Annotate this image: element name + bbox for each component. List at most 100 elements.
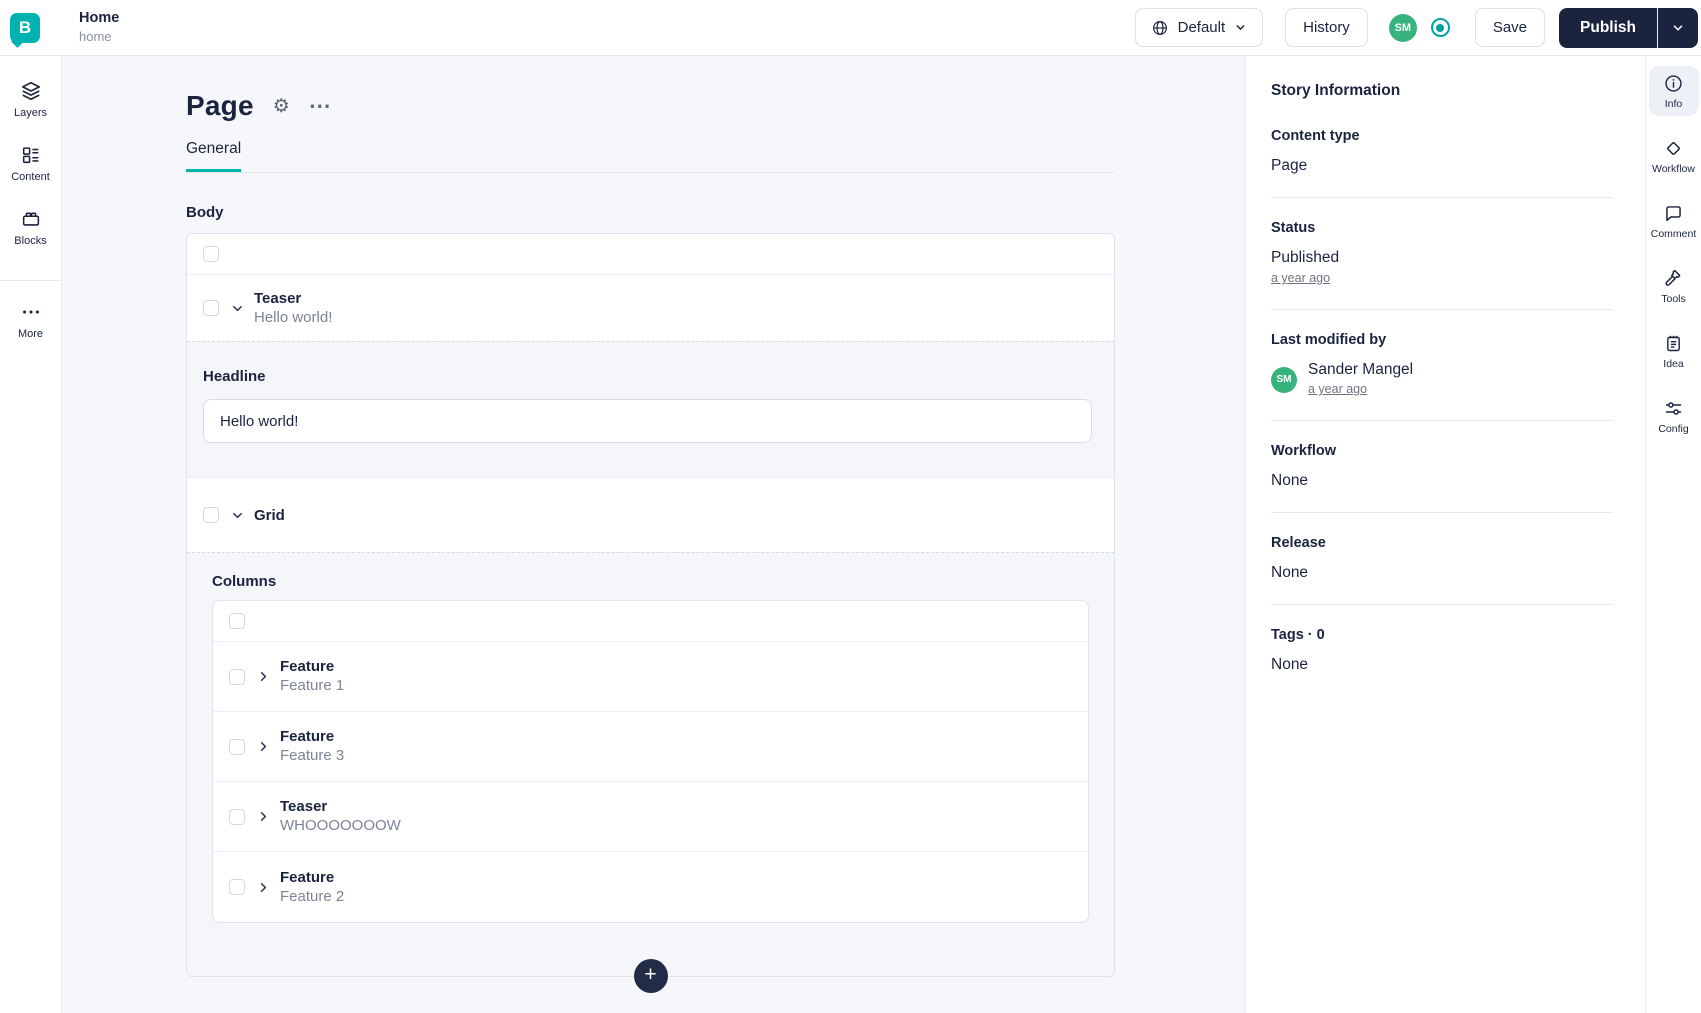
chevron-down-icon xyxy=(1236,25,1245,30)
block-checkbox[interactable] xyxy=(203,300,219,316)
chevron-right-icon xyxy=(260,882,267,892)
block-row-feature-1[interactable]: Feature Feature 1 xyxy=(213,642,1088,712)
content-type-section: Content type Page xyxy=(1271,128,1613,198)
last-modified-section: Last modified by SM Sander Mangel a year… xyxy=(1271,332,1613,421)
publish-button[interactable]: Publish xyxy=(1559,7,1657,48)
editor-tabs: General xyxy=(186,140,1115,173)
more-dots-icon xyxy=(22,310,39,314)
history-button[interactable]: History xyxy=(1285,8,1368,47)
chevron-down-icon xyxy=(233,305,242,311)
top-bar: B Home home Default History SM Save Publ… xyxy=(0,0,1701,56)
status-section: Status Published a year ago xyxy=(1271,220,1613,310)
block-checkbox[interactable] xyxy=(229,808,245,825)
chevron-right-icon xyxy=(260,812,267,821)
info-icon xyxy=(1665,75,1682,92)
block-subtitle: Feature 1 xyxy=(280,677,345,694)
editor-main: Page ⚙ ⋯ General Body Teaser Hello world… xyxy=(62,56,1245,1013)
config-sliders-icon xyxy=(1665,402,1682,415)
headline-field-label: Headline xyxy=(203,368,266,385)
block-row-feature-2[interactable]: Feature Feature 2 xyxy=(213,852,1088,922)
language-selector[interactable]: Default xyxy=(1134,8,1264,47)
rail-item-workflow[interactable]: Workflow xyxy=(1649,131,1699,181)
modified-time-link[interactable]: a year ago xyxy=(1308,382,1367,396)
sidebar-item-content[interactable]: Content xyxy=(11,144,50,183)
publish-menu-button[interactable] xyxy=(1657,7,1698,48)
select-all-checkbox[interactable] xyxy=(229,613,245,629)
sidebar-item-more[interactable]: More xyxy=(18,301,43,340)
layers-icon xyxy=(21,81,40,101)
tools-hammer-icon xyxy=(1665,269,1681,286)
headline-input[interactable] xyxy=(203,399,1092,443)
globe-icon xyxy=(1152,20,1167,35)
select-all-row xyxy=(213,601,1088,642)
status-time-link[interactable]: a year ago xyxy=(1271,271,1330,285)
last-modified-label: Last modified by xyxy=(1271,332,1387,348)
block-subtitle: Feature 2 xyxy=(280,887,345,905)
left-sidebar: Layers Content Blocks More xyxy=(0,56,62,1013)
block-checkbox[interactable] xyxy=(203,507,219,523)
rail-item-idea[interactable]: Idea xyxy=(1649,326,1699,376)
rail-item-tools[interactable]: Tools xyxy=(1649,261,1699,311)
block-title: Grid xyxy=(254,506,285,524)
content-type-label: Content type xyxy=(1271,128,1360,144)
block-checkbox[interactable] xyxy=(229,738,245,755)
blocks-icon xyxy=(22,212,39,226)
grid-expanded-panel: Columns Feature Feature 1 Feature Featur… xyxy=(187,552,1114,976)
status-label: Status xyxy=(1271,220,1316,236)
tab-general[interactable]: General xyxy=(186,140,242,172)
storyblok-logo-icon[interactable]: B xyxy=(10,12,40,43)
story-slug: home xyxy=(79,29,112,45)
workflow-section: Workflow None xyxy=(1271,443,1613,513)
chevron-right-icon xyxy=(260,672,267,681)
block-checkbox[interactable] xyxy=(229,879,245,895)
body-blocks-card: Teaser Hello world! Headline Grid Column… xyxy=(186,233,1115,993)
page-title: Page xyxy=(186,90,254,121)
tags-section: Tags · 0 None xyxy=(1271,627,1613,696)
chevron-right-icon xyxy=(260,742,267,751)
block-row-teaser-2[interactable]: Teaser WHOOOOOOOW xyxy=(213,782,1088,852)
right-icon-rail: Info Workflow Comment Tools Idea Config xyxy=(1645,56,1701,1013)
publish-button-group: Publish xyxy=(1559,7,1698,48)
tags-label: Tags · 0 xyxy=(1271,627,1325,643)
settings-gear-icon[interactable]: ⚙ xyxy=(273,95,290,118)
chevron-down-icon xyxy=(1673,24,1683,31)
block-title: Feature xyxy=(280,658,335,675)
user-avatar[interactable]: SM xyxy=(1388,13,1417,42)
idea-notepad-icon xyxy=(1667,335,1680,352)
select-all-checkbox[interactable] xyxy=(203,246,219,262)
logo-letter: B xyxy=(18,17,32,37)
modified-user-name: Sander Mangel xyxy=(1308,361,1414,378)
columns-blocks-card: Feature Feature 1 Feature Feature 3 Teas… xyxy=(212,600,1089,923)
rail-item-comment[interactable]: Comment xyxy=(1649,196,1699,246)
sidebar-item-layers[interactable]: Layers xyxy=(14,80,47,119)
story-breadcrumb: Home home xyxy=(79,9,119,45)
block-subtitle: WHOOOOOOOW xyxy=(280,817,401,834)
content-type-value: Page xyxy=(1271,157,1308,174)
add-block-button[interactable]: + xyxy=(633,959,668,993)
block-title: Feature xyxy=(280,728,335,745)
block-subtitle: Hello world! xyxy=(254,308,333,326)
modified-user-avatar: SM xyxy=(1271,366,1297,393)
rail-item-info[interactable]: Info xyxy=(1648,66,1699,116)
chevron-down-icon xyxy=(233,512,242,518)
content-icon xyxy=(22,147,38,164)
sidebar-divider xyxy=(0,280,62,281)
workflow-value: None xyxy=(1271,472,1309,489)
page-options-icon[interactable]: ⋯ xyxy=(309,93,331,119)
block-row-teaser[interactable]: Teaser Hello world! xyxy=(187,275,1114,341)
rail-item-config[interactable]: Config xyxy=(1649,391,1699,441)
tags-value: None xyxy=(1271,656,1309,673)
presence-indicator-icon[interactable] xyxy=(1430,18,1450,37)
release-section: Release None xyxy=(1271,535,1613,605)
body-field-label: Body xyxy=(186,204,224,221)
release-value: None xyxy=(1271,564,1309,581)
columns-field-label: Columns xyxy=(212,573,277,590)
save-button[interactable]: Save xyxy=(1474,8,1546,47)
story-information-panel: Story Information Content type Page Stat… xyxy=(1245,56,1645,1013)
block-row-grid[interactable]: Grid xyxy=(187,477,1114,552)
release-label: Release xyxy=(1271,535,1326,551)
block-row-feature-3[interactable]: Feature Feature 3 xyxy=(213,712,1088,782)
sidebar-item-blocks[interactable]: Blocks xyxy=(14,208,47,247)
block-title: Feature xyxy=(280,868,335,886)
block-checkbox[interactable] xyxy=(229,668,245,685)
